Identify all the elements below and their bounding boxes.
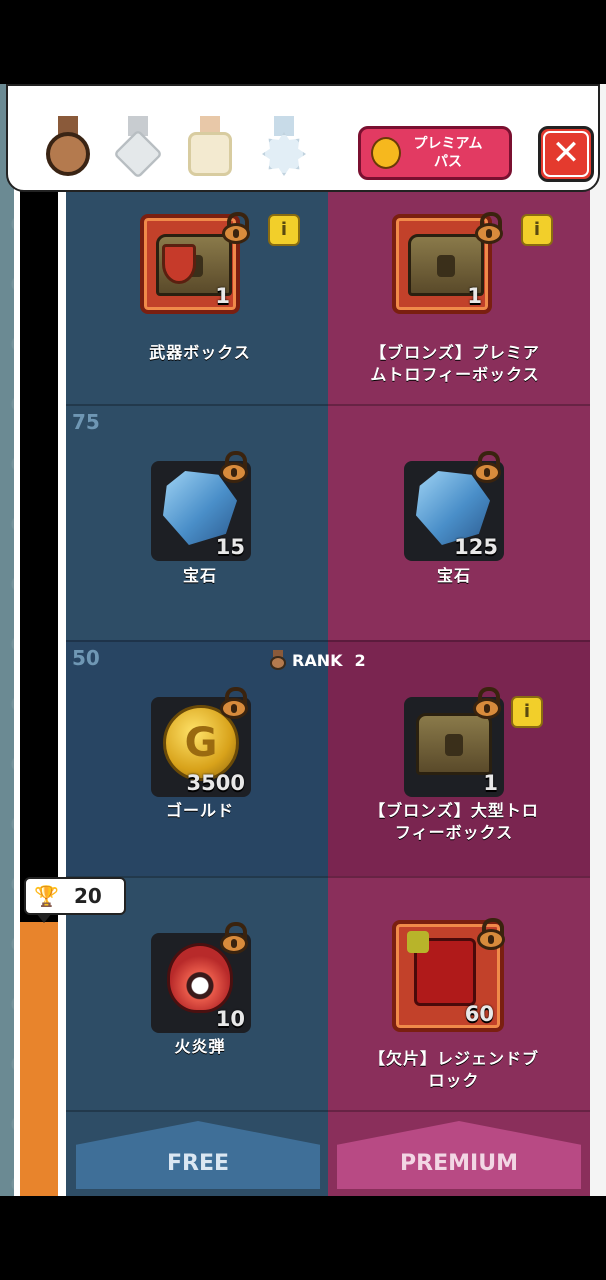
level-number: 75 <box>72 410 100 434</box>
premium-medal-icon <box>371 137 401 169</box>
row-divider <box>66 640 590 642</box>
progress-column <box>14 84 66 1196</box>
bronze-medal-icon[interactable] <box>46 116 90 178</box>
lock-icon <box>220 687 248 719</box>
reward-name: 火炎弾 <box>174 1037 226 1056</box>
reward-name: 【ブロンズ】プレミア ムトロフィーボックス <box>370 343 540 384</box>
premium-pass-button[interactable]: プレミアム パス <box>358 126 512 180</box>
lock-icon <box>477 918 505 950</box>
reward-name: 【欠片】レジェンドブ ロック <box>368 1049 539 1090</box>
info-button[interactable]: i <box>268 214 300 246</box>
row-divider <box>66 1110 590 1112</box>
shield-icon <box>162 244 196 284</box>
progress-fill <box>20 922 58 1196</box>
reward-qty: 1 <box>467 284 482 308</box>
bronze-medal-icon <box>270 650 286 670</box>
reward-name: 武器ボックス <box>149 343 251 362</box>
lock-icon <box>473 451 501 483</box>
reward-qty: 1 <box>215 284 230 308</box>
reward-qty: 1 <box>483 771 498 795</box>
level-number: 50 <box>72 646 100 670</box>
reward-name: 宝石 <box>436 566 471 585</box>
legend-block-piece-icon <box>407 931 476 1006</box>
trophy-count-badge: 🏆 20 <box>24 877 126 923</box>
close-button[interactable]: ✕ <box>538 126 594 182</box>
reward-qty: 10 <box>215 1007 245 1031</box>
reward-name: 宝石 <box>182 566 217 585</box>
top-bar: プレミアム パス ✕ <box>6 84 600 192</box>
platinum-medal-icon[interactable] <box>262 116 306 178</box>
lock-icon <box>473 687 501 719</box>
gold-medal-icon[interactable] <box>188 116 232 178</box>
info-button[interactable]: i <box>521 214 553 246</box>
lock-icon <box>222 212 250 244</box>
info-button[interactable]: i <box>511 696 543 728</box>
reward-qty: 125 <box>454 535 498 559</box>
reward-qty: 60 <box>464 1002 494 1026</box>
lock-icon <box>220 922 248 954</box>
rank-label: RANK 2 <box>270 650 366 670</box>
bronze-large-trophy-box-icon <box>416 713 492 775</box>
trophy-count: 20 <box>74 884 102 908</box>
reward-name: ゴールド <box>165 801 234 820</box>
lock-icon <box>475 212 503 244</box>
lock-icon <box>220 451 248 483</box>
row-divider <box>66 404 590 406</box>
row-divider <box>66 876 590 878</box>
reward-qty: 15 <box>215 535 245 559</box>
battle-pass-screen: 1 i 武器ボックス 1 i 【ブロンズ】プレミア ムトロフィーボックス 75 1… <box>0 84 606 1196</box>
reward-qty: 3500 <box>186 771 245 795</box>
lane-edge <box>590 84 606 1196</box>
trophy-icon: 🏆 <box>34 884 59 908</box>
reward-name: 【ブロンズ】大型トロ フィーボックス <box>369 801 539 842</box>
silver-medal-icon[interactable] <box>113 116 163 179</box>
